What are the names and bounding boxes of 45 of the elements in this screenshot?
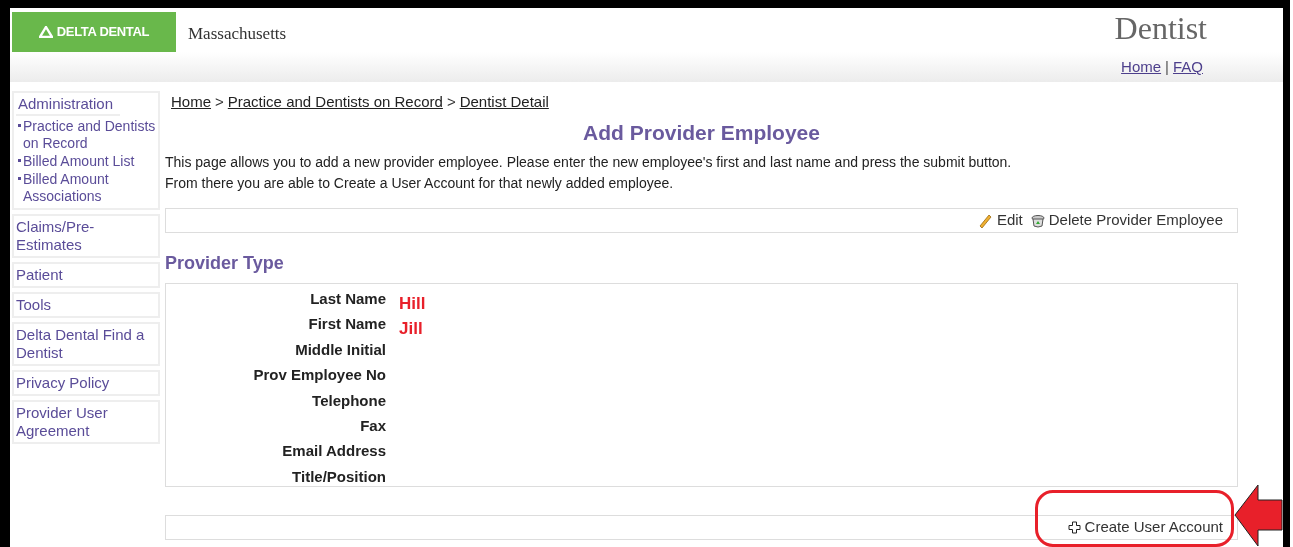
logo-triangle-icon [38,26,53,38]
header-link[interactable]: Home [1121,55,1162,79]
sidebar-item[interactable]: Provider User Agreement [16,404,156,440]
field-value: Jill [399,318,423,341]
field-label: Title/Position [291,466,386,487]
field-label: Telephone [311,390,386,411]
logo-text: DELTA DENTAL [56,23,150,42]
breadcrumb-separator: > [215,92,224,112]
sidebar-item[interactable]: Tools [16,296,156,314]
breadcrumb-link[interactable]: Practice and Dentists on Record [227,91,443,114]
sidebar-item[interactable]: Claims/Pre-Estimates [16,218,156,254]
create-user-account-link[interactable]: Create User Account [1067,516,1223,539]
sidebar-subitem[interactable]: Practice and Dentists on Record [23,118,156,152]
portal-title: Dentist [1114,12,1207,44]
bullet-icon [18,124,21,127]
region-name: Massachusetts [188,23,287,46]
plus-icon [1067,521,1081,534]
trash-icon [1030,213,1045,228]
breadcrumb-link[interactable]: Dentist Detail [459,91,549,114]
field-label: Email Address [281,441,386,462]
bullet-icon [18,159,21,162]
field-label: Middle Initial [294,339,386,360]
field-label: First Name [307,314,386,335]
description-text: From there you are able to Create a User Account for that newly added employee. [165,174,675,193]
breadcrumb-link[interactable]: Home [171,91,211,114]
sidebar-item[interactable]: Delta Dental Find a Dentist [16,326,156,362]
field-label: Fax [359,415,386,436]
breadcrumb-separator: > [446,92,456,112]
sidebar-subitem[interactable]: Billed Amount Associations [23,171,156,205]
delete-link[interactable]: Delete Provider Employee [1030,209,1223,232]
field-label: Prov Employee No [252,365,386,386]
pointer-arrow [1234,484,1283,547]
edit-link[interactable]: Edit [976,209,1023,232]
description-text: This page allows you to add a new provider employee. Please enter the new employee's first and last name and press the submit button. [165,153,1013,172]
sidebar-item[interactable]: Administration [16,95,120,116]
bullet-icon [18,177,21,180]
link-separator: | [1165,56,1169,77]
header-link[interactable]: FAQ [1173,55,1203,79]
field-label: Last Name [309,289,386,309]
sidebar-subitem[interactable]: Billed Amount List [23,153,135,170]
sidebar-item[interactable]: Privacy Policy [16,374,156,392]
field-value: Hill [399,293,426,315]
section-title: Provider Type [165,252,285,275]
sidebar-item[interactable]: Patient [16,266,156,284]
page-title: Add Provider Employee [582,119,821,146]
